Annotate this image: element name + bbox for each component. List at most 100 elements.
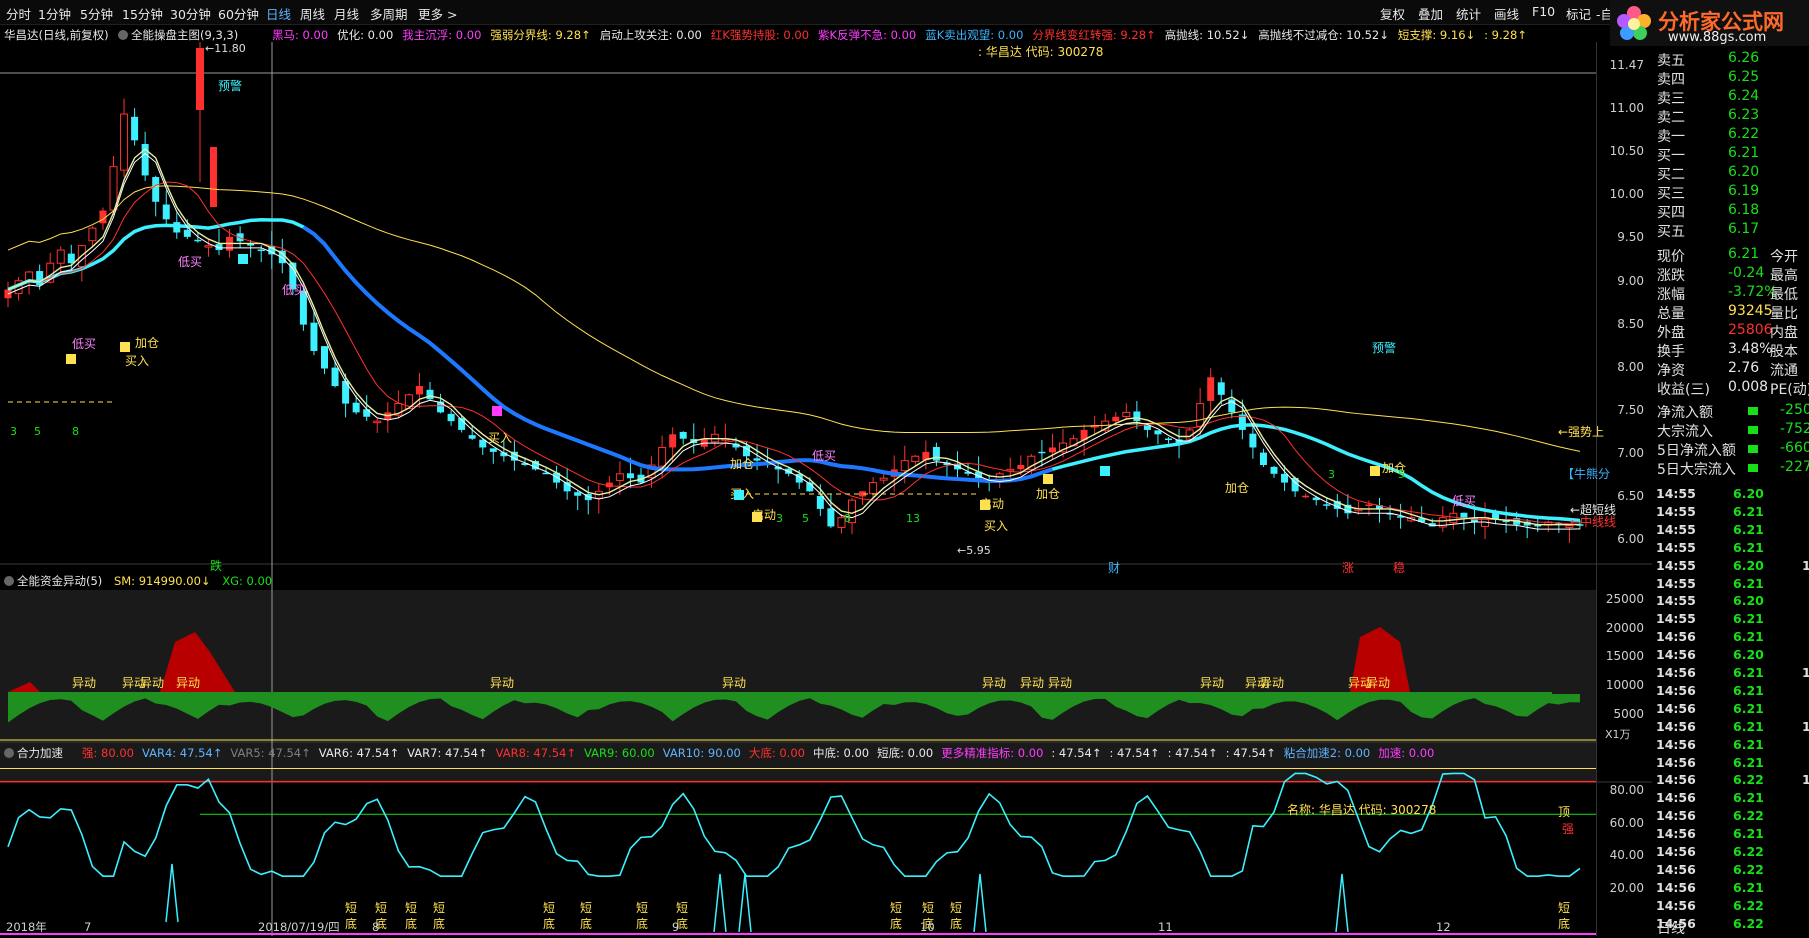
order-row[interactable]: 卖四 6.25: [1652, 69, 1809, 88]
bottom-period[interactable]: 日线: [1652, 918, 1809, 937]
stat-row[interactable]: 净资 2.76 流通: [1652, 360, 1809, 379]
order-label: 买四: [1657, 205, 1685, 221]
chart-annotation: 低买: [812, 449, 836, 463]
f10-button[interactable]: F10: [1532, 4, 1555, 19]
tab-1min[interactable]: 1分钟: [38, 4, 71, 23]
order-row[interactable]: 买四 6.18: [1652, 202, 1809, 221]
tab-30min[interactable]: 30分钟: [170, 4, 211, 23]
accel-panel-title[interactable]: 合力加速: [4, 745, 63, 761]
mark-button[interactable]: 标记: [1566, 4, 1591, 23]
axis-label: 8.00: [1617, 359, 1644, 374]
tick-time: 14:55: [1656, 557, 1696, 573]
tick-row[interactable]: 14:56 6.21: [1652, 826, 1809, 844]
order-row[interactable]: 卖二 6.23: [1652, 107, 1809, 126]
fund-formula-name: 全能资金异动(5): [17, 574, 103, 588]
axis-label: 20.00: [1609, 881, 1644, 896]
chevron-down-icon[interactable]: [4, 576, 14, 586]
tick-row[interactable]: 14:55 6.21: [1652, 504, 1809, 522]
candle-body: [447, 413, 455, 422]
count-label: 3: [776, 512, 783, 525]
tick-volume: 1: [1802, 557, 1809, 573]
period-label: 日线: [1657, 921, 1685, 937]
tick-row[interactable]: 14:56 6.20: [1652, 647, 1809, 665]
tick-row[interactable]: 14:56 6.22 1: [1652, 772, 1809, 790]
tick-row[interactable]: 14:55 6.21: [1652, 576, 1809, 594]
tick-row[interactable]: 14:56 6.22: [1652, 862, 1809, 880]
order-row[interactable]: 买二 6.20: [1652, 164, 1809, 183]
chevron-down-icon[interactable]: [118, 30, 128, 40]
indicator-value: : 47.54↑: [1109, 746, 1160, 760]
flow-row[interactable]: 大宗流入 -752: [1652, 421, 1809, 440]
main-formula-title[interactable]: 全能操盘主图(9,3,3): [118, 27, 238, 43]
tick-row[interactable]: 14:56 6.21: [1652, 701, 1809, 719]
order-row[interactable]: 卖三 6.24: [1652, 88, 1809, 107]
candle-body: [753, 458, 761, 461]
tab-weekly[interactable]: 周线: [300, 4, 325, 23]
tick-row[interactable]: 14:56 6.22: [1652, 844, 1809, 862]
order-price: 6.24: [1728, 88, 1760, 104]
tick-row[interactable]: 14:55 6.21: [1652, 540, 1809, 558]
candle-body: [489, 448, 497, 452]
fund-panel-title[interactable]: 全能资金异动(5) SM: 914990.00↓ XG: 0.00: [4, 573, 272, 589]
flow-row[interactable]: 净流入额 -250: [1652, 402, 1809, 421]
overlay-button[interactable]: 叠加: [1418, 4, 1443, 23]
stat-row[interactable]: 涨跌 -0.24 最高: [1652, 265, 1809, 284]
candle-body: [88, 227, 97, 242]
flow-value: -660: [1780, 440, 1809, 456]
stat-row[interactable]: 涨幅 -3.72% 最低: [1652, 284, 1809, 303]
stat-label: 涨跌: [1657, 268, 1685, 284]
stat-row[interactable]: 换手 3.48% 股本: [1652, 341, 1809, 360]
tick-row[interactable]: 14:56 6.21: [1652, 755, 1809, 773]
tick-row[interactable]: 14:56 6.21: [1652, 683, 1809, 701]
tick-row[interactable]: 14:56 6.21: [1652, 737, 1809, 755]
tick-row[interactable]: 14:56 6.21 1: [1652, 665, 1809, 683]
tick-row[interactable]: 14:55 6.20: [1652, 593, 1809, 611]
stat-row[interactable]: 收益(三) 0.008 PE(动): [1652, 379, 1809, 398]
tick-row[interactable]: 14:56 6.22: [1652, 898, 1809, 916]
tick-row[interactable]: 14:55 6.21: [1652, 522, 1809, 540]
stats-button[interactable]: 统计: [1456, 4, 1481, 23]
stat-row[interactable]: 现价 6.21 今开: [1652, 246, 1809, 265]
stat-value: 25806: [1728, 322, 1773, 338]
stat-value: 0.008: [1728, 379, 1769, 395]
flow-value: -250: [1780, 402, 1809, 418]
order-row[interactable]: 买三 6.19: [1652, 183, 1809, 202]
signal-box: [66, 354, 76, 364]
tab-daily[interactable]: 日线: [266, 4, 291, 23]
tab-monthly[interactable]: 月线: [334, 4, 359, 23]
stat-row[interactable]: 总量 93245 量比: [1652, 303, 1809, 322]
tick-price: 6.21: [1733, 718, 1764, 734]
tick-row[interactable]: 14:56 6.21: [1652, 629, 1809, 647]
tick-row[interactable]: 14:55 6.21: [1652, 611, 1809, 629]
flow-row[interactable]: 5日大宗流入 -227: [1652, 459, 1809, 478]
chevron-down-icon[interactable]: [4, 748, 14, 758]
tick-row[interactable]: 14:56 6.22: [1652, 808, 1809, 826]
tab-5min[interactable]: 5分钟: [80, 4, 113, 23]
tick-row[interactable]: 14:55 6.20: [1652, 486, 1809, 504]
tick-time: 14:56: [1656, 879, 1696, 895]
accel-axis: 80.00 60.00 40.00 20.00: [1596, 760, 1652, 930]
candle-body: [911, 455, 920, 463]
tick-row[interactable]: 14:55 6.20 1: [1652, 558, 1809, 576]
adjust-button[interactable]: 复权: [1380, 4, 1405, 23]
tab-more[interactable]: 更多 >: [418, 4, 457, 23]
kline-chart[interactable]: 预警低买低买低买加仓买入买入加仓买入低买启动启动买入加仓加仓预警加仓低买←强势上…: [0, 42, 1652, 936]
tab-multi-period[interactable]: 多周期: [370, 4, 408, 23]
order-row[interactable]: 卖五 6.26: [1652, 50, 1809, 69]
flow-row[interactable]: 5日净流入额 -660: [1652, 440, 1809, 459]
order-row[interactable]: 卖一 6.22: [1652, 126, 1809, 145]
draw-button[interactable]: 画线: [1494, 4, 1519, 23]
stat-row[interactable]: 外盘 25806 内盘: [1652, 322, 1809, 341]
tick-row[interactable]: 14:56 6.21: [1652, 790, 1809, 808]
axis-label: 80.00: [1609, 783, 1644, 797]
indicator-value: 启动上攻关注: 0.00: [599, 28, 702, 42]
tick-price: 6.20: [1733, 647, 1764, 663]
tick-row[interactable]: 14:56 6.21 1: [1652, 719, 1809, 737]
order-row[interactable]: 买五 6.17: [1652, 221, 1809, 240]
tab-15min[interactable]: 15分钟: [122, 4, 163, 23]
order-row[interactable]: 买一 6.21: [1652, 145, 1809, 164]
tick-row[interactable]: 14:56 6.21: [1652, 880, 1809, 898]
tab-60min[interactable]: 60分钟: [218, 4, 259, 23]
tab-intraday[interactable]: 分时: [6, 4, 31, 23]
high-price-label: ←11.80: [205, 42, 246, 55]
